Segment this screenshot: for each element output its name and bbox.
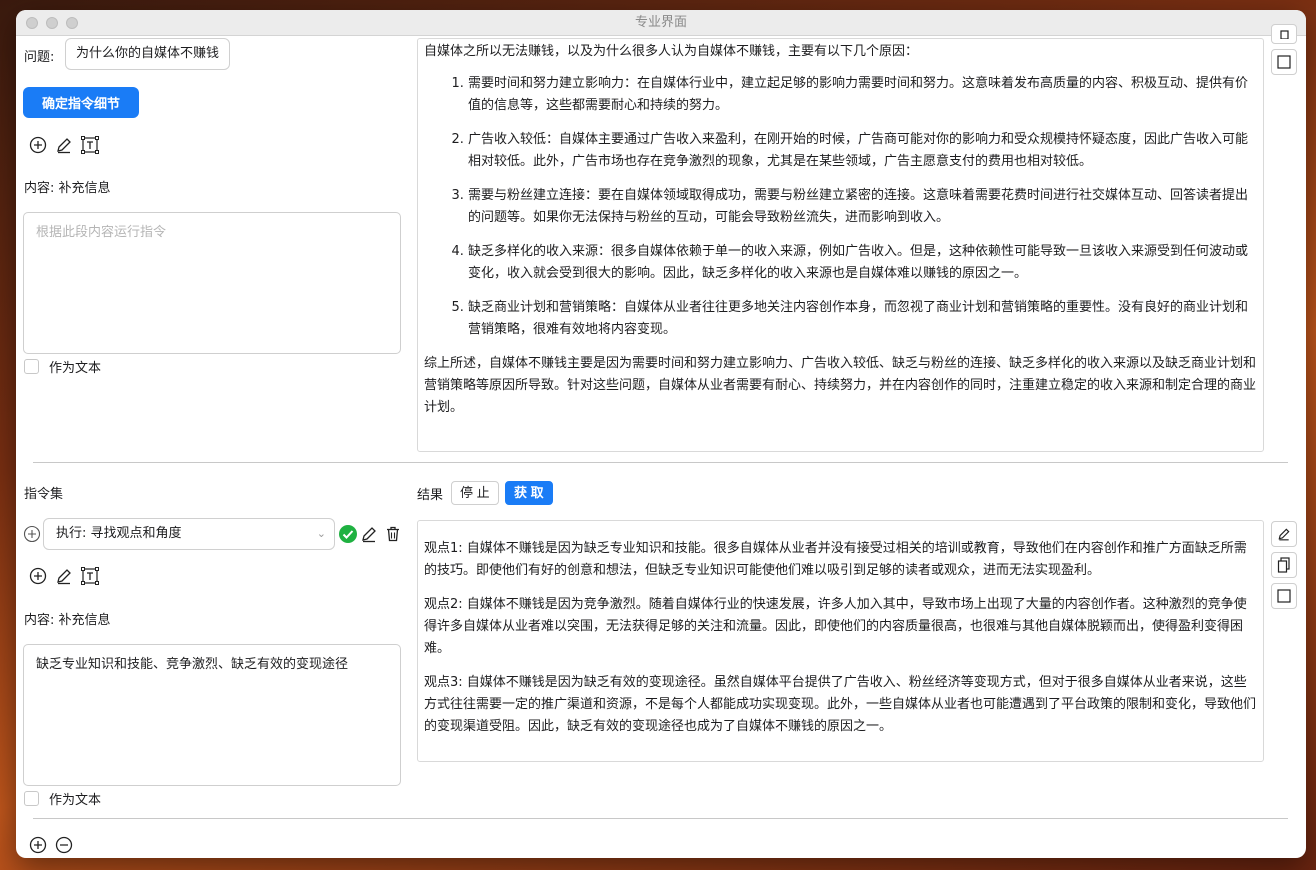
question-input[interactable]: 为什么你的自媒体不赚钱: [65, 38, 231, 70]
text-box-icon[interactable]: [79, 565, 101, 587]
edit-icon[interactable]: [53, 134, 75, 156]
top-content-placeholder: 根据此段内容运行指令: [36, 225, 167, 240]
top-result-intro: 自媒体之所以无法赚钱，以及为什么很多人认为自媒体不赚钱，主要有以下几个原因：: [424, 44, 919, 59]
chevron-down-icon: ⌄: [316, 527, 326, 540]
fetch-button[interactable]: 获 取: [505, 481, 553, 505]
copy-result-button[interactable]: [1271, 552, 1297, 578]
result-point: 观点2: 自媒体不赚钱是因为竞争激烈。随着自媒体行业的快速发展，许多人加入其中，…: [424, 597, 1247, 656]
add-icon[interactable]: [27, 134, 49, 156]
top-as-text-checkbox[interactable]: [24, 359, 39, 374]
bottom-as-text-label: 作为文本: [49, 793, 102, 808]
instruction-select-value: 执行: 寻找观点和角度: [56, 526, 182, 541]
top-content-label: 内容: 补充信息: [24, 181, 111, 196]
add-icon[interactable]: [27, 565, 49, 587]
top-content-textarea[interactable]: 根据此段内容运行指令: [23, 212, 401, 354]
result-point: 观点3: 自媒体不赚钱是因为缺乏有效的变现途径。虽然自媒体平台提供了广告收入、粉…: [424, 675, 1257, 734]
result-point: 观点1: 自媒体不赚钱是因为缺乏专业知识和技能。很多自媒体从业者并没有接受过相关…: [424, 541, 1247, 578]
section-controls: [27, 834, 75, 856]
zoom-window-button[interactable]: [66, 17, 78, 29]
section-divider: [33, 462, 1288, 463]
top-result-summary: 综上所述，自媒体不赚钱主要是因为需要时间和努力建立影响力、广告收入较低、缺乏与粉…: [424, 356, 1257, 415]
title-bar: 专业界面: [16, 10, 1306, 36]
result-label: 结果: [417, 488, 444, 503]
top-result-list: 需要时间和努力建立影响力：在自媒体行业中，建立起足够的影响力需要时间和努力。这意…: [424, 73, 1257, 341]
bottom-as-text-checkbox[interactable]: [24, 791, 39, 806]
trash-icon[interactable]: [382, 523, 404, 545]
bottom-divider: [33, 818, 1288, 819]
add-instruction-icon[interactable]: [21, 523, 43, 545]
select-all-button-top[interactable]: [1271, 49, 1297, 75]
list-item: 缺乏商业计划和营销策略：自媒体从业者往往更多地关注内容创作本身，而忽视了商业计划…: [468, 297, 1257, 341]
bottom-content-label: 内容: 补充信息: [24, 613, 111, 628]
instruction-set-label: 指令集: [24, 487, 64, 502]
confirm-instruction-button[interactable]: 确定指令细节: [23, 87, 139, 118]
list-item: 需要与粉丝建立连接：要在自媒体领域取得成功，需要与粉丝建立紧密的连接。这意味着需…: [468, 185, 1257, 229]
window-title: 专业界面: [634, 15, 687, 30]
question-label: 问题:: [24, 50, 55, 65]
top-icon-toolbar: [27, 134, 101, 156]
add-section-icon[interactable]: [27, 834, 49, 856]
list-item: 广告收入较低：自媒体主要通过广告收入来盈利，在刚开始的时候，广告商可能对你的影响…: [468, 129, 1257, 173]
traffic-lights: [26, 17, 78, 29]
bottom-result-panel: 观点1: 自媒体不赚钱是因为缺乏专业知识和技能。很多自媒体从业者并没有接受过相关…: [417, 520, 1264, 762]
edit-icon[interactable]: [53, 565, 75, 587]
top-as-text-label: 作为文本: [49, 361, 102, 376]
copy-button-top[interactable]: [1271, 24, 1297, 44]
minimize-window-button[interactable]: [46, 17, 58, 29]
close-window-button[interactable]: [26, 17, 38, 29]
select-all-result-button[interactable]: [1271, 583, 1297, 609]
check-circle-icon[interactable]: [337, 523, 359, 545]
edit-result-button[interactable]: [1271, 521, 1297, 547]
remove-section-icon[interactable]: [53, 834, 75, 856]
top-as-text-row: 作为文本: [24, 357, 101, 376]
bottom-icon-toolbar: [27, 565, 101, 587]
bottom-content-textarea[interactable]: 缺乏专业知识和技能、竞争激烈、缺乏有效的变现途径: [23, 644, 401, 786]
list-item: 缺乏多样化的收入来源：很多自媒体依赖于单一的收入来源，例如广告收入。但是，这种依…: [468, 241, 1257, 285]
list-item: 需要时间和努力建立影响力：在自媒体行业中，建立起足够的影响力需要时间和努力。这意…: [468, 73, 1257, 117]
top-result-panel: 自媒体之所以无法赚钱，以及为什么很多人认为自媒体不赚钱，主要有以下几个原因： 需…: [417, 38, 1264, 452]
bottom-as-text-row: 作为文本: [24, 789, 101, 808]
stop-button[interactable]: 停 止: [451, 481, 499, 505]
instruction-select[interactable]: 执行: 寻找观点和角度 ⌄: [43, 518, 335, 550]
edit-instruction-icon[interactable]: [358, 523, 380, 545]
app-window: 专业界面 问题: 为什么你的自媒体不赚钱 确定指令细节 内容: 补充信息 根据此…: [16, 10, 1306, 858]
text-box-icon[interactable]: [79, 134, 101, 156]
